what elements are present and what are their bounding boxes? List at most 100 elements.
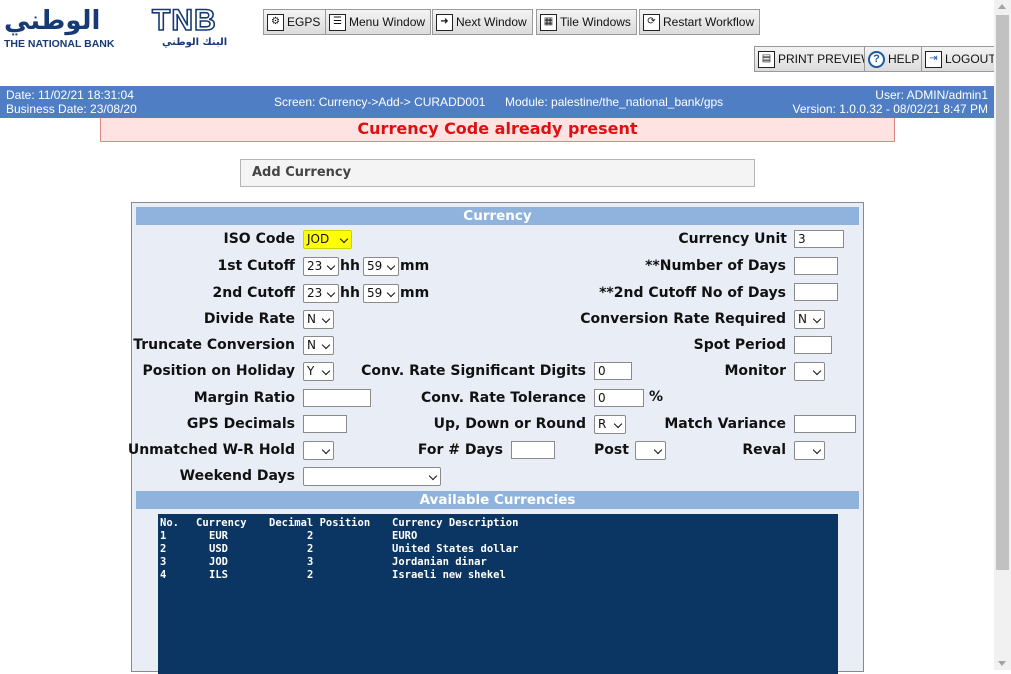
conv-rate-sig-digits-label: Conv. Rate Significant Digits <box>361 363 586 379</box>
up-down-round-label: Up, Down or Round <box>433 416 586 432</box>
tile-grid-icon: ▦ <box>540 13 557 31</box>
logout-button-label: LOGOUT <box>945 52 996 66</box>
logo-tnb-text: TNB <box>151 3 217 38</box>
margin-ratio-label: Margin Ratio <box>193 390 295 406</box>
divide-rate-select[interactable]: N <box>303 310 334 329</box>
iso-code-label: ISO Code <box>223 231 295 247</box>
error-message: Currency Code already present <box>100 118 895 142</box>
currency-list-header-row: No. Currency Decimal Position Currency D… <box>158 517 838 530</box>
cell-decimal-position: 2 <box>307 569 314 581</box>
unmatched-wr-hold-select[interactable] <box>303 441 334 460</box>
conv-rate-tolerance-input[interactable]: 0 <box>594 389 644 407</box>
truncate-conversion-select[interactable]: N <box>303 336 334 355</box>
scrollbar-thumb[interactable] <box>996 15 1009 570</box>
conv-rate-tolerance-label: Conv. Rate Tolerance <box>420 390 586 406</box>
currency-list-row[interactable]: 3 JOD 3 Jordanian dinar <box>158 556 838 569</box>
currency-list-row[interactable]: 1 EUR 2 EURO <box>158 530 838 543</box>
reval-select[interactable] <box>794 441 825 460</box>
monitor-label: Monitor <box>724 363 786 379</box>
spot-period-input[interactable] <box>794 336 832 354</box>
position-on-holiday-select[interactable]: Y <box>303 362 334 381</box>
egps-button[interactable]: ⚙ EGPS <box>263 9 327 35</box>
column-header-no: No. <box>160 517 179 529</box>
scroll-up-icon[interactable] <box>998 4 1006 9</box>
cell-no: 3 <box>160 556 167 568</box>
cutoff2-hour-select[interactable]: 23 <box>303 284 339 303</box>
cell-no: 2 <box>160 543 167 555</box>
tile-windows-button[interactable]: ▦ Tile Windows <box>536 9 637 35</box>
number-of-days-input[interactable] <box>794 257 838 275</box>
currency-section-header: Currency <box>136 207 859 225</box>
conversion-rate-required-select[interactable]: N <box>794 310 825 329</box>
cell-description: Jordanian dinar <box>392 556 487 568</box>
iso-code-select[interactable]: JOD <box>303 230 352 249</box>
unmatched-wr-hold-label: Unmatched W-R Hold <box>127 442 295 458</box>
print-preview-button-label: PRINT PREVIEW <box>778 52 873 66</box>
version-text: Version: 1.0.0.32 - 08/02/21 8:47 PM <box>792 102 988 116</box>
cutoff1-label: 1st Cutoff <box>217 258 295 274</box>
gps-decimals-input[interactable] <box>303 415 347 433</box>
gear-icon: ⚙ <box>267 13 284 31</box>
match-variance-input[interactable] <box>794 415 856 433</box>
match-variance-label: Match Variance <box>664 416 786 432</box>
currency-list-row[interactable]: 2 USD 2 United States dollar <box>158 543 838 556</box>
logo-english-text: THE NATIONAL BANK <box>4 38 115 50</box>
module-text: Module: palestine/the_national_bank/gps <box>505 95 724 109</box>
cell-no: 4 <box>160 569 167 581</box>
menu-list-icon: ☰ <box>329 13 346 31</box>
cell-decimal-position: 3 <box>307 556 314 568</box>
cutoff1-hour-select[interactable]: 23 <box>303 257 339 276</box>
up-down-round-select[interactable]: R <box>594 415 626 434</box>
cutoff2-hh-label: hh <box>340 285 360 301</box>
print-preview-button[interactable]: ▤ PRINT PREVIEW <box>754 46 879 72</box>
restart-workflow-button[interactable]: ⟳ Restart Workflow <box>639 9 761 35</box>
cutoff1-minute-select[interactable]: 59 <box>363 257 399 276</box>
cell-description: EURO <box>392 530 418 542</box>
cutoff1-hh-label: hh <box>340 258 360 274</box>
help-button[interactable]: ? HELP <box>864 46 926 72</box>
available-currencies-list[interactable]: No. Currency Decimal Position Currency D… <box>158 514 838 674</box>
percent-sign: % <box>649 389 664 405</box>
post-select[interactable] <box>635 441 666 460</box>
egps-button-label: EGPS <box>287 15 321 29</box>
currency-list-row[interactable]: 4 ILS 2 Israeli new shekel <box>158 569 838 582</box>
bank-logo: الوطني TNB THE NATIONAL BANK البنك الوطن… <box>4 3 249 52</box>
cell-currency: ILS <box>209 569 228 581</box>
restart-workflow-button-label: Restart Workflow <box>663 15 755 29</box>
cell-currency: EUR <box>209 530 228 542</box>
next-window-button-label: Next Window <box>456 15 527 29</box>
for-days-input[interactable] <box>511 441 555 459</box>
currency-unit-input[interactable]: 3 <box>794 230 844 248</box>
margin-ratio-input[interactable] <box>303 389 371 407</box>
screen-text: Screen: Currency->Add-> CURADD001 <box>274 95 486 109</box>
cutoff2-no-days-input[interactable] <box>794 283 838 301</box>
weekend-days-select[interactable] <box>303 467 441 486</box>
logo-arabic-small-text: البنك الوطني <box>162 37 228 48</box>
arrow-right-icon: ➜ <box>436 13 453 31</box>
post-label: Post <box>594 442 629 458</box>
gps-decimals-label: GPS Decimals <box>186 416 295 432</box>
tile-windows-button-label: Tile Windows <box>560 15 631 29</box>
printer-icon: ▤ <box>758 50 775 68</box>
scroll-down-icon[interactable] <box>998 661 1006 666</box>
cutoff2-no-days-label: **2nd Cutoff No of Days <box>599 285 786 301</box>
conv-rate-sig-digits-input[interactable]: 0 <box>594 362 632 380</box>
logout-button[interactable]: ⇥ LOGOUT <box>921 46 1002 72</box>
cell-description: United States dollar <box>392 543 519 555</box>
spot-period-label: Spot Period <box>693 337 786 353</box>
cutoff1-mm-label: mm <box>400 258 430 274</box>
cutoff2-minute-select[interactable]: 59 <box>363 284 399 303</box>
cell-no: 1 <box>160 530 167 542</box>
session-info-bar: Date: 11/02/21 18:31:04 Business Date: 2… <box>0 86 994 118</box>
next-window-button[interactable]: ➜ Next Window <box>432 9 533 35</box>
conversion-rate-required-label: Conversion Rate Required <box>580 311 786 327</box>
cell-currency: USD <box>209 543 228 555</box>
currency-unit-label: Currency Unit <box>678 231 787 247</box>
page-scrollbar[interactable] <box>994 0 1011 670</box>
monitor-select[interactable] <box>794 362 825 381</box>
business-date-text: Business Date: 23/08/20 <box>6 102 137 116</box>
menu-window-button[interactable]: ☰ Menu Window <box>325 9 432 35</box>
date-text: Date: 11/02/21 18:31:04 <box>6 88 134 102</box>
cutoff2-mm-label: mm <box>400 285 430 301</box>
page-title: Add Currency <box>240 159 755 187</box>
